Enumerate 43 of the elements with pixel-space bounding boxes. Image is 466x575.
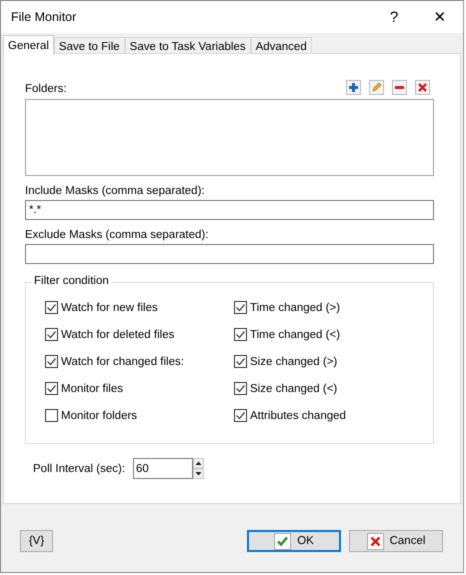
ok-button[interactable]: OK <box>247 530 341 552</box>
field-label: Poll Interval (sec): <box>33 462 126 474</box>
close-icon[interactable] <box>415 80 430 95</box>
field-label: Exclude Masks (comma separated): <box>25 229 210 241</box>
group-title: Filter condition <box>32 275 111 287</box>
spinner-icon[interactable] <box>193 458 204 479</box>
checkbox-label[interactable]: Watch for deleted files <box>61 328 174 340</box>
checkbox-label[interactable]: Monitor files <box>61 382 123 394</box>
checkbox[interactable] <box>234 301 247 314</box>
checkbox[interactable] <box>45 382 58 395</box>
tab[interactable]: General <box>3 35 54 55</box>
close-button[interactable]: ✕ <box>417 1 463 33</box>
checkbox[interactable] <box>234 382 247 395</box>
number-field[interactable]: 60 <box>133 458 194 479</box>
checkbox-label[interactable]: Size changed (<) <box>250 382 338 394</box>
checkbox[interactable] <box>45 409 58 422</box>
minus-icon[interactable] <box>392 80 407 95</box>
checkbox[interactable] <box>45 301 58 314</box>
folders-list[interactable] <box>25 99 434 176</box>
input-field[interactable]: *.* <box>25 200 434 220</box>
checkbox[interactable] <box>45 355 58 368</box>
checkbox-label[interactable]: Attributes changed <box>250 410 346 422</box>
checkbox-label[interactable]: Watch for changed files: <box>61 356 184 368</box>
checkbox-label[interactable]: Watch for new files <box>61 302 158 314</box>
check-icon <box>274 532 292 550</box>
help-button[interactable]: ? <box>371 1 417 33</box>
checkbox[interactable] <box>234 328 247 341</box>
checkbox[interactable] <box>234 409 247 422</box>
checkbox-label[interactable]: Size changed (>) <box>250 356 338 368</box>
checkbox-label[interactable]: Monitor folders <box>61 410 138 422</box>
close-icon <box>366 532 384 550</box>
checkbox-label[interactable]: Time changed (>) <box>250 302 340 314</box>
variables-button[interactable]: {V} <box>20 530 53 552</box>
checkbox-label[interactable]: Time changed (<) <box>250 328 340 340</box>
field-label: Folders: <box>25 83 67 95</box>
checkbox[interactable] <box>45 328 58 341</box>
input-field[interactable] <box>25 244 434 264</box>
add-icon[interactable] <box>346 80 361 95</box>
window-title: File Monitor <box>11 10 78 24</box>
field-label: Include Masks (comma separated): <box>25 185 206 197</box>
pencil-icon[interactable] <box>369 80 384 95</box>
cancel-button[interactable]: Cancel <box>349 530 443 552</box>
checkbox[interactable] <box>234 355 247 368</box>
